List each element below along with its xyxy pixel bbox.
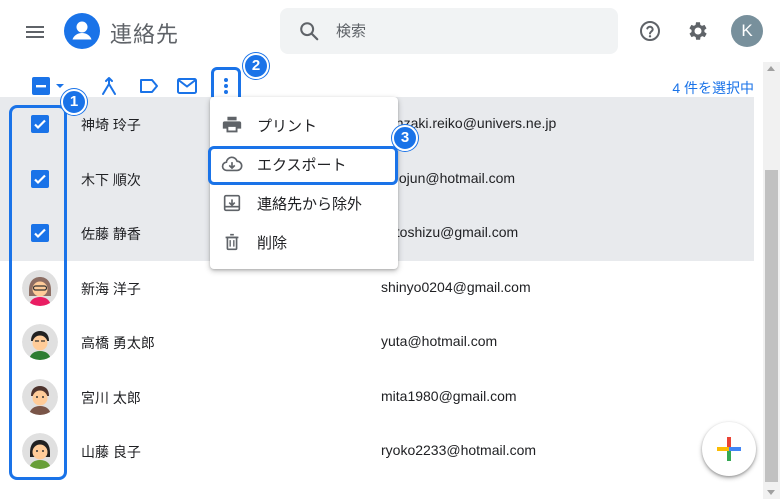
label-icon[interactable]	[137, 74, 161, 98]
menu-item-label: 削除	[257, 235, 288, 252]
contact-name: 木下 順次	[81, 171, 141, 188]
scrollbar[interactable]	[763, 62, 780, 499]
scroll-down-arrow[interactable]	[767, 490, 775, 495]
contact-email: yuta@hotmail.com	[381, 333, 498, 349]
contact-name: 神埼 玲子	[81, 117, 141, 133]
menu-item-label: 連絡先から除外	[257, 196, 363, 213]
scroll-up-arrow[interactable]	[767, 66, 775, 71]
more-vert-icon	[216, 74, 236, 98]
mail-icon[interactable]	[175, 74, 199, 98]
menu-item-label: プリント	[257, 118, 318, 135]
contact-email: kinojun@hotmail.com	[381, 169, 516, 186]
contact-email: mita1980@gmail.com	[381, 387, 517, 404]
menu-item-print[interactable]: プリント	[210, 105, 398, 144]
help-icon[interactable]	[638, 19, 662, 43]
table-row[interactable]: 宮川 太郎 mita1980@gmail.com	[0, 370, 754, 425]
export-highlight	[208, 146, 398, 185]
search-icon[interactable]	[298, 20, 320, 42]
selected-count: 4 件を選択中	[672, 80, 754, 96]
contact-email: shinyo0204@gmail.com	[381, 278, 531, 295]
app-header: 連絡先 K	[0, 0, 780, 62]
create-contact-button[interactable]	[702, 422, 756, 476]
contact-email: satoshizu@gmail.com	[381, 224, 519, 240]
step-badge-1: 1	[61, 89, 87, 115]
contact-name: 宮川 太郎	[81, 389, 141, 406]
merge-icon[interactable]	[97, 74, 121, 98]
contact-name: 新海 洋子	[81, 280, 141, 297]
menu-item-delete[interactable]: 削除	[210, 222, 398, 261]
contact-email: ryoko2233@hotmail.com	[381, 442, 537, 458]
archive-icon	[221, 192, 243, 214]
plus-icon	[717, 437, 741, 461]
menu-item-hide-from-contacts[interactable]: 連絡先から除外	[210, 183, 398, 222]
menu-icon[interactable]	[23, 20, 47, 44]
contact-name: 高橋 勇太郎	[81, 335, 155, 351]
selection-column-highlight	[9, 105, 67, 480]
contacts-logo-icon[interactable]	[64, 13, 100, 49]
scroll-thumb[interactable]	[765, 170, 778, 482]
contact-name: 山藤 良子	[81, 444, 141, 460]
select-checkbox-icon[interactable]	[29, 74, 53, 98]
trash-icon	[221, 231, 243, 253]
print-icon	[221, 114, 243, 136]
contact-name: 佐藤 静香	[81, 226, 141, 242]
search-input[interactable]	[336, 8, 606, 54]
search-bar[interactable]	[280, 8, 618, 54]
account-avatar[interactable]: K	[731, 15, 763, 47]
app-title[interactable]: 連絡先	[110, 17, 179, 49]
step-badge-2: 2	[243, 53, 269, 79]
table-row[interactable]: 山藤 良子 ryoko2233@hotmail.com	[0, 424, 754, 479]
table-row[interactable]: 高橋 勇太郎 yuta@hotmail.com	[0, 315, 754, 370]
step-badge-3: 3	[392, 125, 418, 151]
gear-icon[interactable]	[686, 19, 710, 43]
